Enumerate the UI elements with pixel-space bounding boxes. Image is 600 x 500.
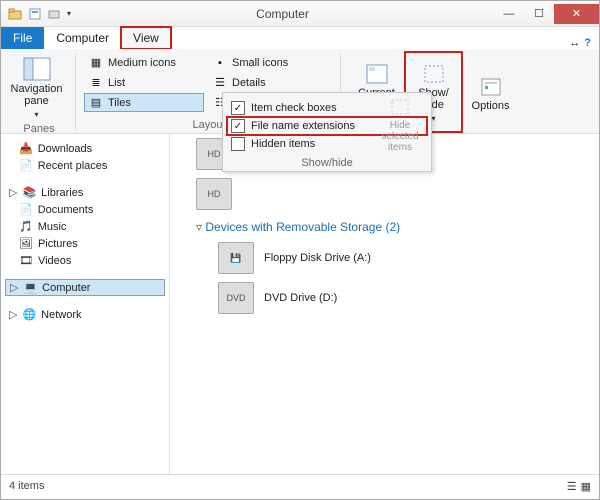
tree-network[interactable]: ▷🌐Network: [5, 306, 165, 323]
group-label-panes: Panes: [9, 121, 69, 135]
section-removable[interactable]: ▿ Devices with Removable Storage (2): [178, 214, 591, 238]
recent-icon: 📄: [19, 159, 33, 172]
tab-file[interactable]: File: [1, 27, 44, 49]
status-item-count: 4 items: [9, 480, 44, 492]
tab-computer[interactable]: Computer: [44, 27, 121, 49]
new-folder-icon[interactable]: [47, 6, 63, 22]
window-title: Computer: [71, 7, 494, 21]
layout-small-icons[interactable]: ▪Small icons: [208, 53, 328, 72]
properties-icon[interactable]: [27, 6, 43, 22]
tree-libraries[interactable]: ▷📚Libraries: [5, 184, 165, 201]
tree-music[interactable]: 🎵Music: [5, 218, 165, 235]
close-button[interactable]: ✕: [554, 4, 599, 24]
tree-recent-places[interactable]: 📄Recent places: [5, 157, 165, 174]
maximize-button[interactable]: ☐: [524, 4, 554, 24]
libraries-icon: 📚: [22, 186, 36, 199]
navigation-tree[interactable]: 📥Downloads 📄Recent places ▷📚Libraries 📄D…: [1, 134, 170, 474]
layout-tiles[interactable]: ▤Tiles: [84, 93, 204, 112]
floppy-icon: 💾: [218, 242, 254, 274]
hide-selected-items-button: Hide selected items: [375, 97, 425, 153]
file-view[interactable]: HD HD ▿ Devices with Removable Storage (…: [170, 134, 599, 474]
network-icon: 🌐: [22, 308, 36, 321]
show-hide-dropdown: ✓Item check boxes ✓File name extensions …: [222, 92, 432, 172]
drive-floppy[interactable]: 💾Floppy Disk Drive (A:): [178, 238, 591, 278]
tree-videos[interactable]: 🎞Videos: [5, 252, 165, 269]
show-hide-icon: [422, 63, 446, 85]
folder-icon: [7, 6, 23, 22]
layout-medium-icons[interactable]: ▦Medium icons: [84, 53, 204, 72]
tree-documents[interactable]: 📄Documents: [5, 201, 165, 218]
hard-drive-icon: HD: [196, 178, 232, 210]
navigation-pane-icon: [23, 57, 51, 81]
tree-downloads[interactable]: 📥Downloads: [5, 140, 165, 157]
tree-computer[interactable]: ▷💻Computer: [5, 279, 165, 296]
tree-pictures[interactable]: 🖼Pictures: [5, 235, 165, 252]
help-icon[interactable]: ?: [584, 37, 591, 49]
pictures-icon: 🖼: [19, 237, 33, 250]
layout-list[interactable]: ≣List: [84, 73, 204, 92]
dropdown-group-label: Show/hide: [227, 153, 427, 169]
music-icon: 🎵: [19, 220, 33, 233]
documents-icon: 📄: [19, 203, 33, 216]
options-icon: [479, 76, 503, 98]
computer-icon: 💻: [23, 281, 37, 294]
large-icons-view-icon[interactable]: ▦: [581, 480, 591, 493]
minimize-ribbon-icon[interactable]: ↔: [569, 37, 580, 49]
details-view-icon[interactable]: ☰: [567, 480, 577, 493]
videos-icon: 🎞: [19, 254, 33, 267]
layout-details[interactable]: ☰Details: [208, 73, 328, 92]
hide-selected-icon: [389, 97, 411, 117]
drive-dvd[interactable]: DVDDVD Drive (D:): [178, 278, 591, 318]
dvd-icon: DVD: [218, 282, 254, 314]
downloads-icon: 📥: [19, 142, 33, 155]
current-view-icon: [365, 63, 389, 85]
navigation-pane-button[interactable]: Navigation pane▾: [9, 53, 64, 121]
tab-view[interactable]: View: [121, 27, 171, 49]
options-button[interactable]: Options: [463, 53, 518, 131]
minimize-button[interactable]: —: [494, 4, 524, 24]
